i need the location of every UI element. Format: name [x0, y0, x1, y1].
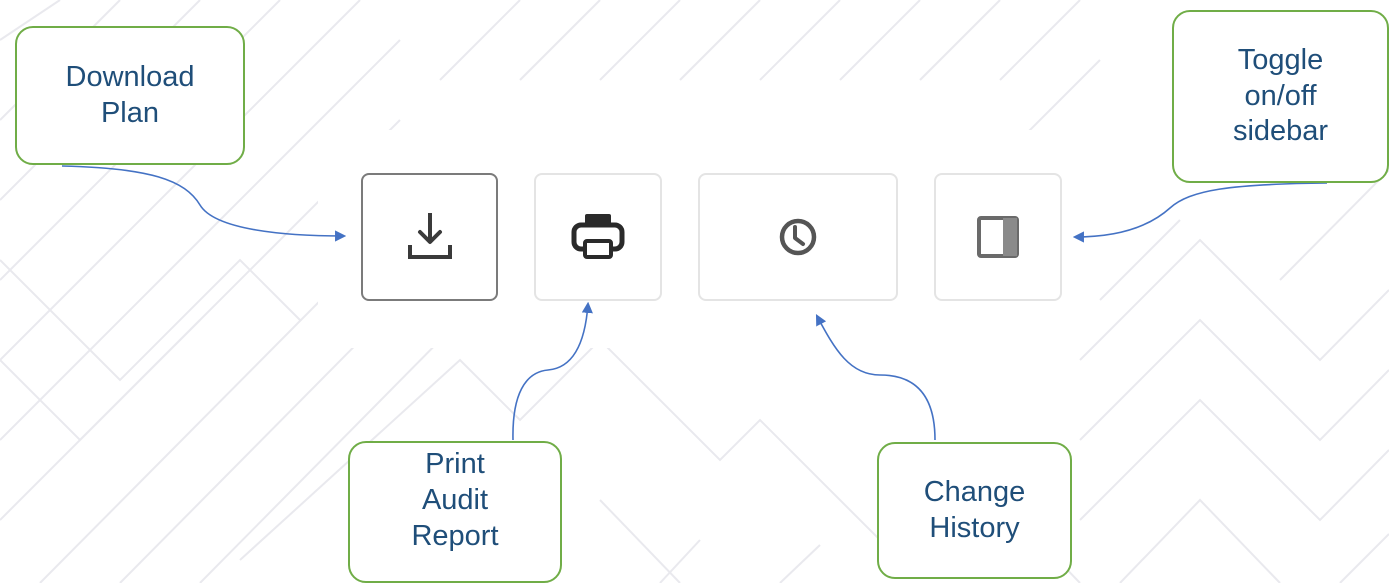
- change-history-button[interactable]: [698, 173, 898, 301]
- clock-icon: [779, 218, 817, 256]
- sidebar-panel-icon: [977, 216, 1019, 258]
- change-history-callout: Change History: [877, 442, 1072, 579]
- toggle-sidebar-callout: Toggle on/off sidebar: [1172, 10, 1389, 183]
- download-plan-callout-text: Download Plan: [65, 60, 195, 129]
- download-icon: [407, 213, 452, 259]
- download-plan-button[interactable]: [361, 173, 498, 301]
- download-plan-callout: Download Plan: [15, 26, 245, 165]
- print-audit-report-callout-text: Print Audit Report: [411, 448, 499, 552]
- print-audit-report-button[interactable]: [534, 173, 662, 301]
- print-audit-report-callout: Print Audit Report: [348, 441, 562, 583]
- printer-icon: [571, 214, 625, 259]
- change-history-callout-text: Change History: [923, 475, 1026, 544]
- toggle-sidebar-callout-text: Toggle on/off sidebar: [1232, 43, 1329, 148]
- toggle-sidebar-button[interactable]: [934, 173, 1062, 301]
